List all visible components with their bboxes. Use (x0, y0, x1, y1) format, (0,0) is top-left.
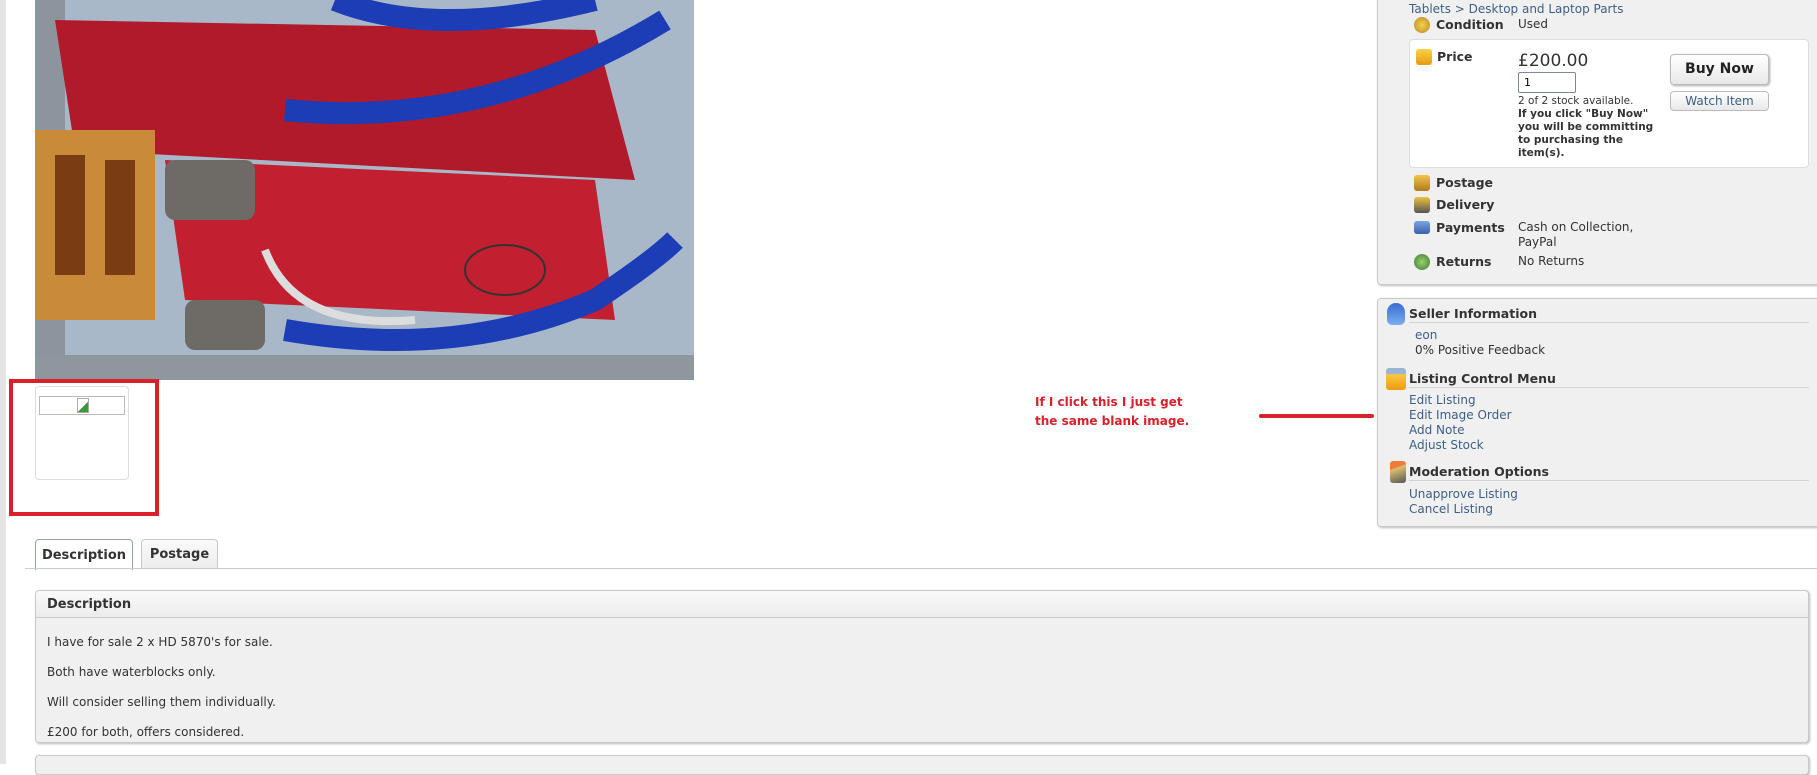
annotation-pointer-line (1259, 414, 1374, 418)
breadcrumb-category[interactable]: Tablets > Desktop and Laptop Parts (1409, 2, 1623, 16)
cancel-listing-link[interactable]: Cancel Listing (1409, 502, 1493, 516)
credit-card-icon (1414, 221, 1430, 234)
buy-now-button[interactable]: Buy Now (1670, 54, 1769, 85)
condition-label: Condition (1436, 17, 1504, 32)
moderation-icon (1390, 461, 1406, 483)
returns-label: Returns (1436, 254, 1492, 269)
seller-user-icon (1387, 303, 1405, 325)
annotation-note: If I click this I just get the same blan… (1035, 393, 1189, 431)
moderation-title: Moderation Options (1409, 464, 1809, 481)
seller-info-title: Seller Information (1409, 306, 1809, 323)
tab-description[interactable]: Description (35, 539, 133, 570)
watch-item-button[interactable]: Watch Item (1670, 91, 1769, 111)
unapprove-listing-link[interactable]: Unapprove Listing (1409, 487, 1518, 501)
postage-icon (1414, 175, 1430, 191)
seller-name-link[interactable]: eon (1415, 328, 1437, 342)
price-icon (1416, 49, 1432, 65)
condition-value: Used (1518, 17, 1549, 31)
condition-icon (1414, 17, 1430, 33)
returns-icon (1414, 254, 1430, 270)
tab-postage[interactable]: Postage (141, 539, 218, 569)
description-paragraph: Both have waterblocks only. (47, 665, 216, 679)
buy-warning: If you click "Buy Now" you will be commi… (1518, 108, 1654, 159)
broken-image-placeholder (39, 396, 125, 415)
returns-value: No Returns (1518, 254, 1585, 268)
description-paragraph: Will consider selling them individually. (47, 695, 276, 709)
delivery-label: Delivery (1436, 197, 1495, 212)
annotation-line: If I click this I just get (1035, 395, 1183, 409)
listing-control-title: Listing Control Menu (1409, 371, 1809, 388)
description-paragraph: £200 for both, offers considered. (47, 725, 245, 739)
delivery-truck-icon (1414, 197, 1430, 213)
listing-control-icon (1386, 368, 1406, 390)
edit-listing-link[interactable]: Edit Listing (1409, 393, 1476, 407)
tab-label: Description (41, 547, 127, 563)
annotation-line: the same blank image. (1035, 414, 1190, 428)
image-thumbnail[interactable] (35, 386, 129, 480)
payments-label: Payments (1436, 220, 1505, 235)
description-panel: Description I have for sale 2 x HD 5870'… (35, 590, 1809, 743)
adjust-stock-link[interactable]: Adjust Stock (1409, 438, 1484, 452)
postage-label: Postage (1436, 175, 1494, 190)
add-note-link[interactable]: Add Note (1409, 423, 1464, 437)
page-left-border (0, 0, 6, 764)
broken-image-icon (77, 398, 89, 413)
price-label: Price (1437, 49, 1473, 64)
payments-value: Cash on Collection, (1518, 220, 1634, 234)
listing-main-image[interactable] (35, 0, 694, 380)
description-paragraph: I have for sale 2 x HD 5870's for sale. (47, 635, 273, 649)
quantity-input[interactable] (1518, 72, 1576, 93)
tab-divider (25, 568, 1817, 569)
price-value: £200.00 (1518, 51, 1589, 71)
edit-image-order-link[interactable]: Edit Image Order (1409, 408, 1512, 422)
description-title: Description (36, 591, 1808, 618)
stock-text: 2 of 2 stock available. (1518, 95, 1634, 107)
next-panel (35, 755, 1809, 775)
seller-feedback: 0% Positive Feedback (1415, 343, 1546, 357)
tab-label: Postage (149, 547, 210, 562)
payments-value-2: PayPal (1518, 235, 1557, 249)
